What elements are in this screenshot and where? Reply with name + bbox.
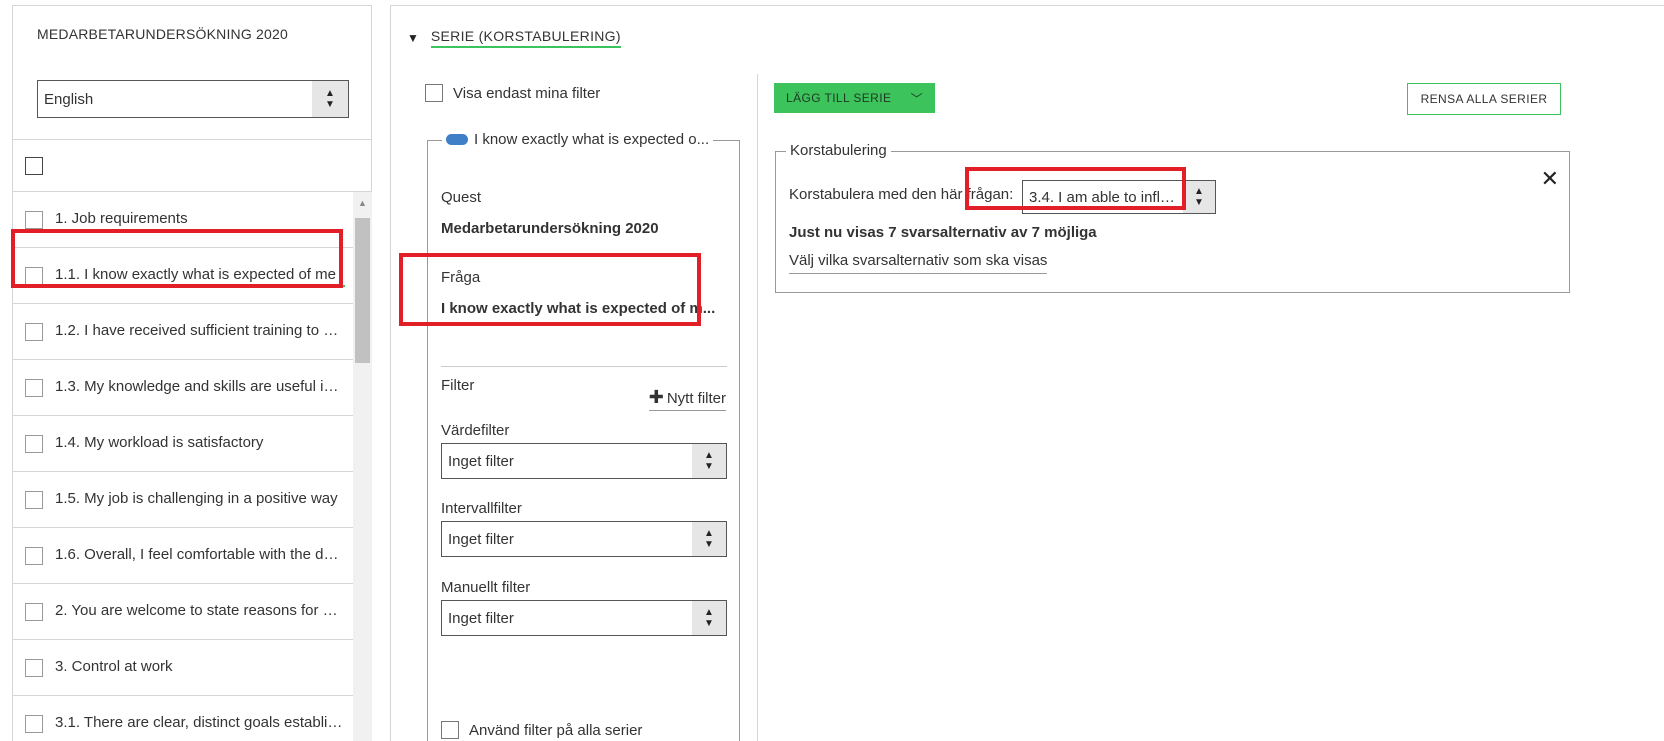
select-stepper-icon[interactable]: ▲ ▼ xyxy=(692,522,726,556)
add-serie-button[interactable]: LÄGG TILL SERIE ﹀ xyxy=(774,83,935,113)
question-label[interactable]: 1.2. I have received sufficient training… xyxy=(55,322,345,339)
select-stepper-icon[interactable]: ▲ ▼ xyxy=(692,444,726,478)
interval-filter-value: Inget filter xyxy=(448,531,514,548)
question-checkbox[interactable] xyxy=(25,267,43,285)
only-my-filters-option[interactable]: Visa endast mina filter xyxy=(425,84,600,102)
serie-filter-group: I know exactly what is expected o... Que… xyxy=(427,131,740,741)
crosstab-question-select[interactable]: 3.4. I am able to influence my work ▲▼ xyxy=(1022,180,1216,214)
question-field-label: Fråga xyxy=(441,269,481,286)
list-item[interactable]: 3.1. There are clear, distinct goals est… xyxy=(13,696,353,741)
question-label[interactable]: 1. Job requirements xyxy=(55,210,345,227)
manual-filter-value: Inget filter xyxy=(448,610,514,627)
question-checkbox[interactable] xyxy=(25,715,43,733)
list-item[interactable]: 3. Control at work xyxy=(13,640,353,696)
question-checkbox[interactable] xyxy=(25,603,43,621)
add-serie-label: LÄGG TILL SERIE xyxy=(786,91,892,105)
serie-section-toggle[interactable]: ▼ SERIE (KORSTABULERING) xyxy=(407,28,621,48)
serie-legend: I know exactly what is expected o... xyxy=(442,131,714,148)
clear-all-series-button[interactable]: RENSA ALLA SERIER xyxy=(1407,83,1561,115)
select-stepper-icon[interactable]: ▲ ▼ xyxy=(1183,181,1215,213)
list-item[interactable]: 2. You are welcome to state reasons for … xyxy=(13,584,353,640)
crosstab-label: Korstabulera med den här frågan: xyxy=(789,186,1014,203)
apply-filter-all-option[interactable]: Använd filter på alla serier xyxy=(441,721,642,739)
question-checkbox[interactable] xyxy=(25,659,43,677)
interval-filter-select[interactable]: Inget filter ▲ ▼ xyxy=(441,521,727,557)
question-checkbox[interactable] xyxy=(25,323,43,341)
divider xyxy=(441,366,727,367)
plus-icon: ✚ xyxy=(648,387,664,407)
series-color-pill-icon xyxy=(446,134,468,145)
choose-answer-options-link[interactable]: Välj vilka svarsalternativ som ska visas xyxy=(789,252,1048,274)
question-checkbox[interactable] xyxy=(25,435,43,453)
scroll-up-icon[interactable]: ▲ xyxy=(358,198,367,208)
clear-all-series-label: RENSA ALLA SERIER xyxy=(1420,92,1548,106)
language-select[interactable]: English ▲ ▼ xyxy=(37,80,349,118)
close-icon[interactable]: ✕ xyxy=(1541,166,1559,192)
question-field-value: I know exactly what is expected of m... xyxy=(441,300,716,317)
quest-label: Quest xyxy=(441,189,482,206)
list-item[interactable]: 1.4. My workload is satisfactory xyxy=(13,416,353,472)
new-filter-button[interactable]: ✚ Nytt filter xyxy=(648,387,726,411)
select-stepper-icon[interactable]: ▲ ▼ xyxy=(692,601,726,635)
question-label[interactable]: 3.1. There are clear, distinct goals est… xyxy=(55,714,345,731)
new-filter-label: Nytt filter xyxy=(666,390,726,407)
question-checkbox[interactable] xyxy=(25,547,43,565)
question-checkbox[interactable] xyxy=(25,379,43,397)
select-all-checkbox[interactable] xyxy=(25,157,43,175)
list-item[interactable]: 1. Job requirements xyxy=(13,192,353,248)
question-list-scrollbar[interactable]: ▲ xyxy=(353,192,372,741)
chevron-down-icon[interactable]: ﹀ xyxy=(911,90,923,107)
interval-filter-label: Intervallfilter xyxy=(441,500,522,517)
answer-options-info: Just nu visas 7 svarsalternativ av 7 möj… xyxy=(789,224,1097,241)
apply-filter-all-label: Använd filter på alla serier xyxy=(469,721,643,739)
question-label[interactable]: 1.3. My knowledge and skills are useful … xyxy=(55,378,345,395)
serie-panel: ▼ SERIE (KORSTABULERING) Visa endast min… xyxy=(390,5,1664,741)
crosstab-question-value: 3.4. I am able to influence my work xyxy=(1029,189,1179,206)
manual-filter-label: Manuellt filter xyxy=(441,579,531,596)
value-filter-label: Värdefilter xyxy=(441,422,510,439)
question-list: 1. Job requirements 1.1. I know exactly … xyxy=(13,192,353,741)
question-label[interactable]: 1.6. Overall, I feel comfortable with th… xyxy=(55,546,345,563)
divider xyxy=(13,139,371,140)
select-stepper-icon[interactable]: ▲ ▼ xyxy=(312,81,348,117)
question-label[interactable]: 3. Control at work xyxy=(55,658,345,675)
question-label[interactable]: 2. You are welcome to state reasons for … xyxy=(55,602,345,619)
list-item[interactable]: 1.2. I have received sufficient training… xyxy=(13,304,353,360)
question-sidebar: MEDARBETARUNDERSÖKNING 2020 English ▲ ▼ 1… xyxy=(12,5,372,741)
question-checkbox[interactable] xyxy=(25,491,43,509)
question-label[interactable]: 1.1. I know exactly what is expected of … xyxy=(55,266,345,287)
apply-filter-all-checkbox[interactable] xyxy=(441,721,459,739)
question-checkbox[interactable] xyxy=(25,211,43,229)
question-label[interactable]: 1.5. My job is challenging in a positive… xyxy=(55,490,345,507)
only-my-filters-label: Visa endast mina filter xyxy=(453,84,601,102)
serie-heading[interactable]: SERIE (KORSTABULERING) xyxy=(430,28,621,48)
serie-legend-label: I know exactly what is expected o... xyxy=(474,131,710,148)
list-item-selected[interactable]: 1.1. I know exactly what is expected of … xyxy=(13,248,353,304)
value-filter-select[interactable]: Inget filter ▲ ▼ xyxy=(441,443,727,479)
triangle-down-icon[interactable]: ▼ xyxy=(407,31,419,45)
quest-value: Medarbetarundersökning 2020 xyxy=(441,220,659,237)
language-select-value: English xyxy=(44,91,94,108)
divider xyxy=(757,74,758,741)
list-item[interactable]: 1.3. My knowledge and skills are useful … xyxy=(13,360,353,416)
crosstab-legend: Korstabulering xyxy=(786,142,891,159)
list-item[interactable]: 1.6. Overall, I feel comfortable with th… xyxy=(13,528,353,584)
value-filter-value: Inget filter xyxy=(448,453,514,470)
scrollbar-thumb[interactable] xyxy=(355,218,370,363)
manual-filter-select[interactable]: Inget filter ▲ ▼ xyxy=(441,600,727,636)
filter-label: Filter xyxy=(441,377,475,394)
list-item[interactable]: 1.5. My job is challenging in a positive… xyxy=(13,472,353,528)
crosstab-group: Korstabulering ✕ Korstabulera med den hä… xyxy=(775,142,1570,293)
only-my-filters-checkbox[interactable] xyxy=(425,84,443,102)
question-label[interactable]: 1.4. My workload is satisfactory xyxy=(55,434,345,451)
survey-title: MEDARBETARUNDERSÖKNING 2020 xyxy=(37,26,288,42)
